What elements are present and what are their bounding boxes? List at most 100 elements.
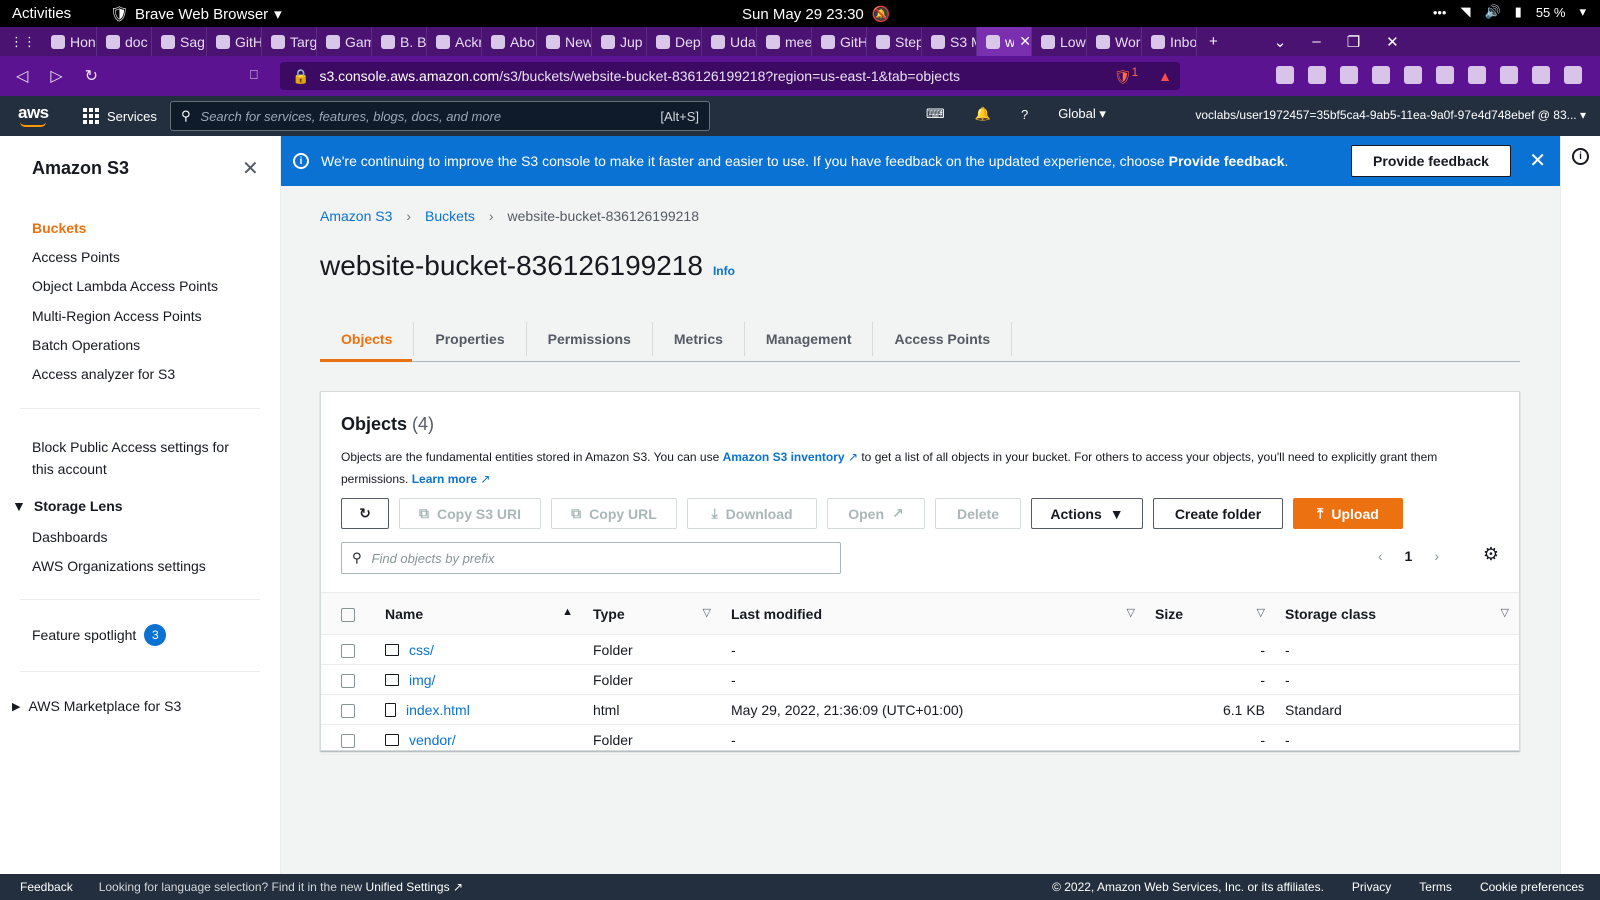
col-type[interactable]: Type ▽: [583, 592, 721, 635]
region-selector[interactable]: Global ▾: [1058, 106, 1106, 122]
browser-tab[interactable]: Gam: [317, 27, 372, 56]
activities-button[interactable]: Activities: [12, 5, 71, 22]
col-storage-class[interactable]: Storage class ▽: [1275, 592, 1519, 635]
row-checkbox[interactable]: [341, 673, 355, 688]
upload-button[interactable]: ⤒ Upload: [1293, 498, 1403, 529]
col-name[interactable]: Name ▲: [375, 592, 583, 635]
sidebar-item-buckets[interactable]: Buckets: [32, 220, 86, 236]
sidebar-item-batch-operations[interactable]: Batch Operations: [32, 337, 140, 353]
close-sidebar-icon[interactable]: ✕: [242, 156, 259, 181]
close-window-icon[interactable]: ✕: [1386, 33, 1399, 51]
gear-icon[interactable]: ⚙: [1483, 544, 1499, 565]
unified-settings-link[interactable]: Unified Settings: [366, 880, 450, 894]
browser-tab[interactable]: Low: [1032, 27, 1087, 56]
sidebar-item-object-lambda[interactable]: Object Lambda Access Points: [32, 278, 218, 294]
object-link[interactable]: css/: [385, 642, 573, 658]
breadcrumb-buckets[interactable]: Buckets: [425, 208, 475, 224]
account-menu[interactable]: voclabs/user1972457=35bf5ca4-9ab5-11ea-9…: [1195, 108, 1586, 122]
brave-rewards-icon[interactable]: ▲: [1158, 68, 1172, 84]
s3-inventory-link[interactable]: Amazon S3 inventory: [723, 450, 845, 464]
row-checkbox[interactable]: [341, 643, 355, 658]
sidebar-item-org-settings[interactable]: AWS Organizations settings: [32, 558, 206, 574]
clock[interactable]: Sun May 29 23:30 🔕: [742, 5, 890, 24]
browser-tab[interactable]: mee: [757, 27, 812, 56]
footer-feedback-link[interactable]: Feedback: [20, 880, 73, 894]
tab-list-chevron-icon[interactable]: ⌄: [1274, 33, 1287, 51]
table-row[interactable]: vendor/ Folder - - -: [321, 724, 1519, 755]
sidebar-item-block-public-access[interactable]: Block Public Access settings for this ac…: [32, 436, 247, 480]
new-extension-icon[interactable]: [1372, 66, 1390, 84]
copy-url-button[interactable]: ⧉ Copy URL: [551, 498, 677, 529]
browser-tab[interactable]: Jup: [592, 27, 647, 56]
browser-tab[interactable]: doc: [97, 27, 152, 56]
footer-privacy-link[interactable]: Privacy: [1352, 880, 1391, 894]
browser-tab[interactable]: Sag: [152, 27, 207, 56]
copy-s3-uri-button[interactable]: ⧉ Copy S3 URI: [399, 498, 541, 529]
browser-tab[interactable]: Dep: [647, 27, 702, 56]
browser-tab[interactable]: New Ta: [537, 27, 592, 56]
tab-management[interactable]: Management: [745, 322, 874, 356]
browser-tab[interactable]: Inbo: [1142, 27, 1197, 56]
col-size[interactable]: Size ▽: [1145, 592, 1275, 635]
select-all-checkbox[interactable]: [341, 607, 355, 622]
minimize-icon[interactable]: –: [1312, 33, 1320, 50]
sidebar-item-access-analyzer[interactable]: Access analyzer for S3: [32, 366, 175, 382]
sidebar-item-multi-region[interactable]: Multi-Region Access Points: [32, 308, 202, 324]
app-menu[interactable]: 🛡 Brave Web Browser ▾: [110, 5, 282, 24]
browser-tab[interactable]: B. B: [372, 27, 427, 56]
dismiss-banner-icon[interactable]: ✕: [1529, 148, 1546, 173]
info-link[interactable]: Info: [713, 264, 735, 278]
table-row[interactable]: index.html html May 29, 2022, 21:36:09 (…: [321, 694, 1519, 725]
url-field[interactable]: 🔒 s3.console.aws.amazon.com/s3/buckets/w…: [280, 62, 1180, 90]
puzzle-icon[interactable]: [1500, 66, 1518, 84]
refresh-button[interactable]: ↻: [341, 498, 389, 529]
create-folder-button[interactable]: Create folder: [1153, 498, 1283, 529]
new-tab-icon[interactable]: +: [1209, 33, 1218, 50]
tab-permissions[interactable]: Permissions: [527, 322, 653, 356]
browser-tab[interactable]: Targ: [262, 27, 317, 56]
sidebar-section-marketplace[interactable]: ▶ AWS Marketplace for S3: [12, 698, 181, 714]
maximize-icon[interactable]: ❐: [1347, 33, 1360, 51]
menu-icon[interactable]: [1564, 66, 1582, 84]
delete-button[interactable]: Delete: [935, 498, 1021, 529]
col-last-modified[interactable]: Last modified ▽: [721, 592, 1145, 635]
footer-cookie-link[interactable]: Cookie preferences: [1480, 880, 1584, 894]
browser-tab[interactable]: GitH: [207, 27, 262, 56]
row-checkbox[interactable]: [341, 703, 355, 718]
tab-access-points[interactable]: Access Points: [873, 322, 1013, 356]
browser-tab[interactable]: Ackr: [427, 27, 482, 56]
browser-tab[interactable]: Hon: [42, 27, 97, 56]
sidebar-item-feature-spotlight[interactable]: Feature spotlight 3: [32, 624, 167, 646]
cloudshell-icon[interactable]: ⌨: [926, 106, 945, 122]
prev-page-icon[interactable]: ‹: [1378, 548, 1383, 564]
table-row[interactable]: css/ Folder - - -: [321, 634, 1519, 665]
translate-extension-icon[interactable]: [1404, 66, 1422, 84]
tab-extension-icon[interactable]: [1308, 66, 1326, 84]
sidebar-section-storage-lens[interactable]: ▼ Storage Lens: [12, 498, 123, 514]
provide-feedback-button[interactable]: Provide feedback: [1351, 145, 1511, 177]
browser-tab[interactable]: Step: [867, 27, 922, 56]
browser-tab[interactable]: S3 M: [922, 27, 977, 56]
row-checkbox[interactable]: [341, 733, 355, 748]
browser-tab[interactable]: Uda: [702, 27, 757, 56]
table-row[interactable]: img/ Folder - - -: [321, 664, 1519, 695]
services-menu[interactable]: Services: [83, 108, 157, 124]
tab-metrics[interactable]: Metrics: [653, 322, 745, 356]
bookmark-icon[interactable]: ⎕: [250, 67, 258, 83]
browser-tab[interactable]: Abo: [482, 27, 537, 56]
next-page-icon[interactable]: ›: [1434, 548, 1439, 564]
current-page[interactable]: 1: [1405, 548, 1413, 564]
learn-more-link[interactable]: Learn more: [412, 472, 477, 486]
object-link[interactable]: index.html: [385, 702, 573, 718]
open-button[interactable]: Open ↗: [827, 498, 925, 529]
browser-tab[interactable]: Wor: [1087, 27, 1142, 56]
object-link[interactable]: vendor/: [385, 732, 573, 748]
actions-dropdown[interactable]: Actions ▼: [1031, 498, 1143, 529]
tab-list-icon[interactable]: [1468, 66, 1486, 84]
brave-shields-icon[interactable]: 🛡1: [1114, 66, 1138, 86]
download-button[interactable]: ⤓ Download: [687, 498, 817, 529]
find-objects-input[interactable]: ⚲ Find objects by prefix: [341, 542, 841, 574]
aws-search-input[interactable]: ⚲ Search for services, features, blogs, …: [170, 101, 710, 131]
help-icon[interactable]: ?: [1021, 107, 1028, 122]
help-panel-info-icon[interactable]: i: [1572, 148, 1589, 165]
